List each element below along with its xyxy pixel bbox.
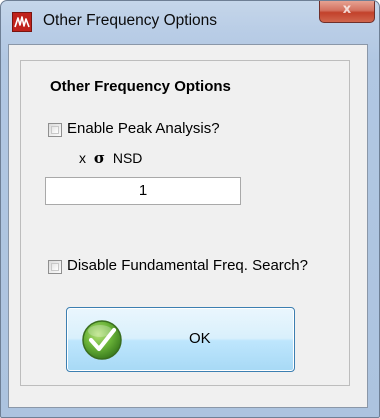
ok-button[interactable]: OK xyxy=(66,307,295,372)
window-title: Other Frequency Options xyxy=(43,12,218,29)
title-bar[interactable]: Other Frequency Options x xyxy=(1,1,379,45)
close-icon: x xyxy=(342,2,352,17)
enable-peak-analysis-checkbox[interactable] xyxy=(48,123,62,137)
green-checkmark-icon xyxy=(81,319,123,361)
waveform-app-icon[interactable] xyxy=(12,12,32,32)
nsd-prefix: x xyxy=(79,150,86,166)
nsd-input[interactable]: 1 xyxy=(45,177,241,205)
ok-button-label: OK xyxy=(189,330,211,347)
disable-fundamental-search-label[interactable]: Disable Fundamental Freq. Search? xyxy=(67,257,308,274)
nsd-label: NSD xyxy=(112,150,143,166)
nsd-units-label: x σ NSD xyxy=(79,149,142,167)
enable-peak-analysis-label[interactable]: Enable Peak Analysis? xyxy=(67,120,220,137)
sigma-symbol: σ xyxy=(93,149,105,167)
close-button[interactable]: x xyxy=(319,1,375,23)
disable-fundamental-search-checkbox[interactable] xyxy=(48,260,62,274)
group-heading: Other Frequency Options xyxy=(50,78,231,95)
